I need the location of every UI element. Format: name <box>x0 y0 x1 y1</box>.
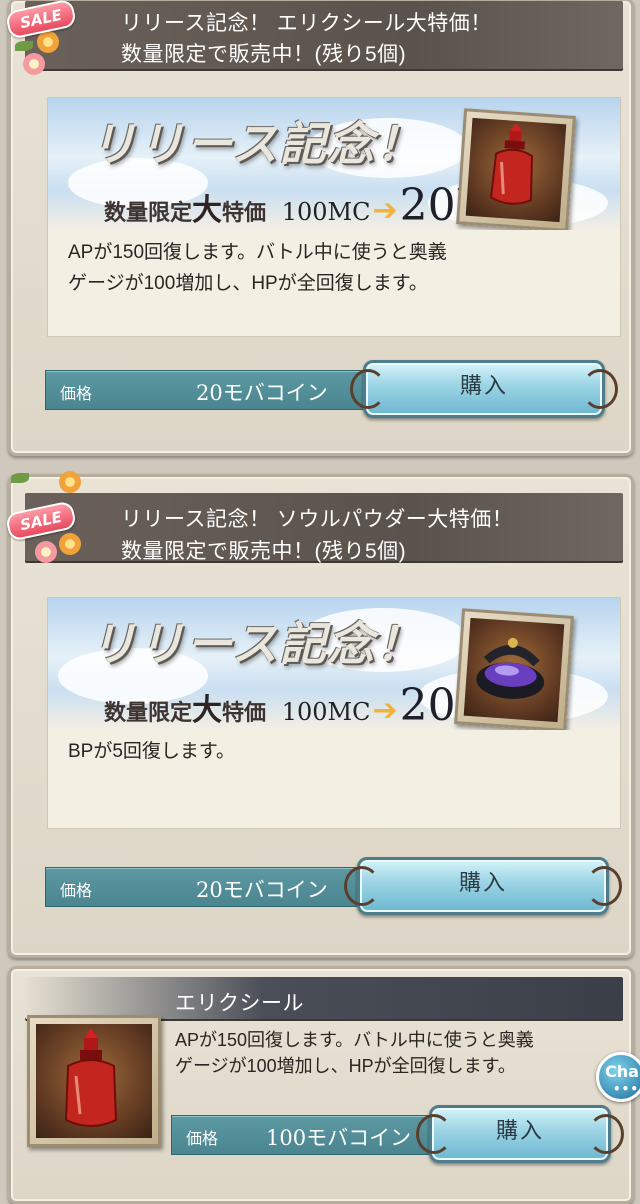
offer-banner: リリース記念！ 数量限定大特価 100MC➔20MC <box>48 98 620 230</box>
offer-description-line1: BPが5回復します。 <box>68 741 236 762</box>
price-bar: 価格 100モバコイン <box>171 1115 443 1155</box>
banner-big-label: 大 <box>192 693 223 728</box>
flower-decoration <box>59 471 81 493</box>
flower-decoration <box>37 31 59 53</box>
price-label: 価格 <box>186 1131 219 1148</box>
flower-decoration <box>59 533 81 555</box>
ornament-curl-icon <box>350 369 386 409</box>
chat-button[interactable]: Cha ••• <box>596 1052 640 1102</box>
leaf-decoration <box>11 473 29 483</box>
item-image-frame <box>456 108 576 230</box>
offer-title-line1: リリース記念！ エリクシール大特価！ <box>121 12 492 35</box>
item-description-line1: APが150回復します。バトル中に使うと奥義 <box>175 1030 534 1050</box>
offer-title-line2: 数量限定で販売中！(残り5個) <box>121 540 407 563</box>
price-bar: 価格 20モバコイン <box>45 867 367 907</box>
buy-button[interactable]: 購入 <box>416 1105 624 1163</box>
buy-button-label: 購入 <box>459 374 508 399</box>
banner-title: リリース記念！ <box>90 617 424 671</box>
offer-card-elixir: リリース記念！ エリクシール大特価！ 数量限定で販売中！(残り5個) SALE … <box>4 0 634 456</box>
price-value: 20モバコイン <box>196 878 328 902</box>
banner-special-label: 特価 <box>222 201 267 226</box>
price-value: 100モバコイン <box>266 1126 412 1150</box>
banner-old-price: 100MC <box>281 698 371 726</box>
offer-title-line2: 数量限定で販売中！(残り5個) <box>121 43 407 66</box>
offer-description-line1: APが150回復します。バトル中に使うと奥義 <box>68 242 447 263</box>
buy-button-label: 購入 <box>458 871 507 896</box>
offer-banner: リリース記念！ 数量限定大特価 100MC➔20MC <box>48 598 620 730</box>
elixir-bottle-icon <box>36 1024 152 1138</box>
ornament-curl-icon <box>344 866 380 906</box>
price-bar: 価格 20モバコイン <box>45 370 367 410</box>
leaf-decoration <box>15 41 33 51</box>
flower-decoration <box>23 53 45 75</box>
price-value: 20モバコイン <box>196 381 328 405</box>
item-image-frame <box>27 1015 161 1147</box>
banner-old-price: 100MC <box>281 198 371 226</box>
offer-header: リリース記念！ ソウルパウダー大特価！ 数量限定で販売中！(残り5個) <box>25 493 623 563</box>
ornament-curl-icon <box>588 1114 624 1154</box>
buy-button-label: 購入 <box>495 1119 544 1144</box>
chat-button-label: Cha <box>605 1062 639 1081</box>
offer-panel: リリース記念！ 数量限定大特価 100MC➔20MC APが150回復します。バ… <box>47 97 621 337</box>
item-description-line2: ゲージが100増加し、HPが全回復します。 <box>175 1056 516 1076</box>
ornament-curl-icon <box>582 369 618 409</box>
item-name: エリクシール <box>175 992 304 1015</box>
price-label: 価格 <box>60 883 93 900</box>
offer-card-soul-powder: リリース記念！ ソウルパウダー大特価！ 数量限定で販売中！(残り5個) SALE… <box>4 471 634 958</box>
offer-header: リリース記念！ エリクシール大特価！ 数量限定で販売中！(残り5個) <box>25 1 623 71</box>
offer-description-line2: ゲージが100増加し、HPが全回復します。 <box>68 273 428 294</box>
elixir-bottle-icon <box>465 117 567 223</box>
offer-panel: リリース記念！ 数量限定大特価 100MC➔20MC BPが5回復します。 <box>47 597 621 829</box>
arrow-right-icon: ➔ <box>372 193 398 228</box>
soul-powder-icon <box>463 617 565 723</box>
banner-special-label: 特価 <box>222 701 267 726</box>
item-card-elixir: エリクシール APが150回復します。バトル中に使うと奥義 ゲージが100増加し… <box>8 966 634 1204</box>
ornament-curl-icon <box>586 866 622 906</box>
flower-decoration <box>35 541 57 563</box>
banner-limited-label: 数量限定 <box>104 701 193 726</box>
buy-button[interactable]: 購入 <box>350 360 618 418</box>
banner-limited-label: 数量限定 <box>104 201 193 226</box>
ornament-curl-icon <box>416 1114 452 1154</box>
buy-button[interactable]: 購入 <box>344 857 622 915</box>
item-image-frame <box>454 608 574 730</box>
price-label: 価格 <box>60 386 93 403</box>
chat-dots-icon: ••• <box>613 1082 640 1096</box>
offer-title-line1: リリース記念！ ソウルパウダー大特価！ <box>121 508 514 531</box>
banner-title: リリース記念！ <box>90 117 424 171</box>
banner-big-label: 大 <box>192 193 223 228</box>
arrow-right-icon: ➔ <box>372 693 398 728</box>
